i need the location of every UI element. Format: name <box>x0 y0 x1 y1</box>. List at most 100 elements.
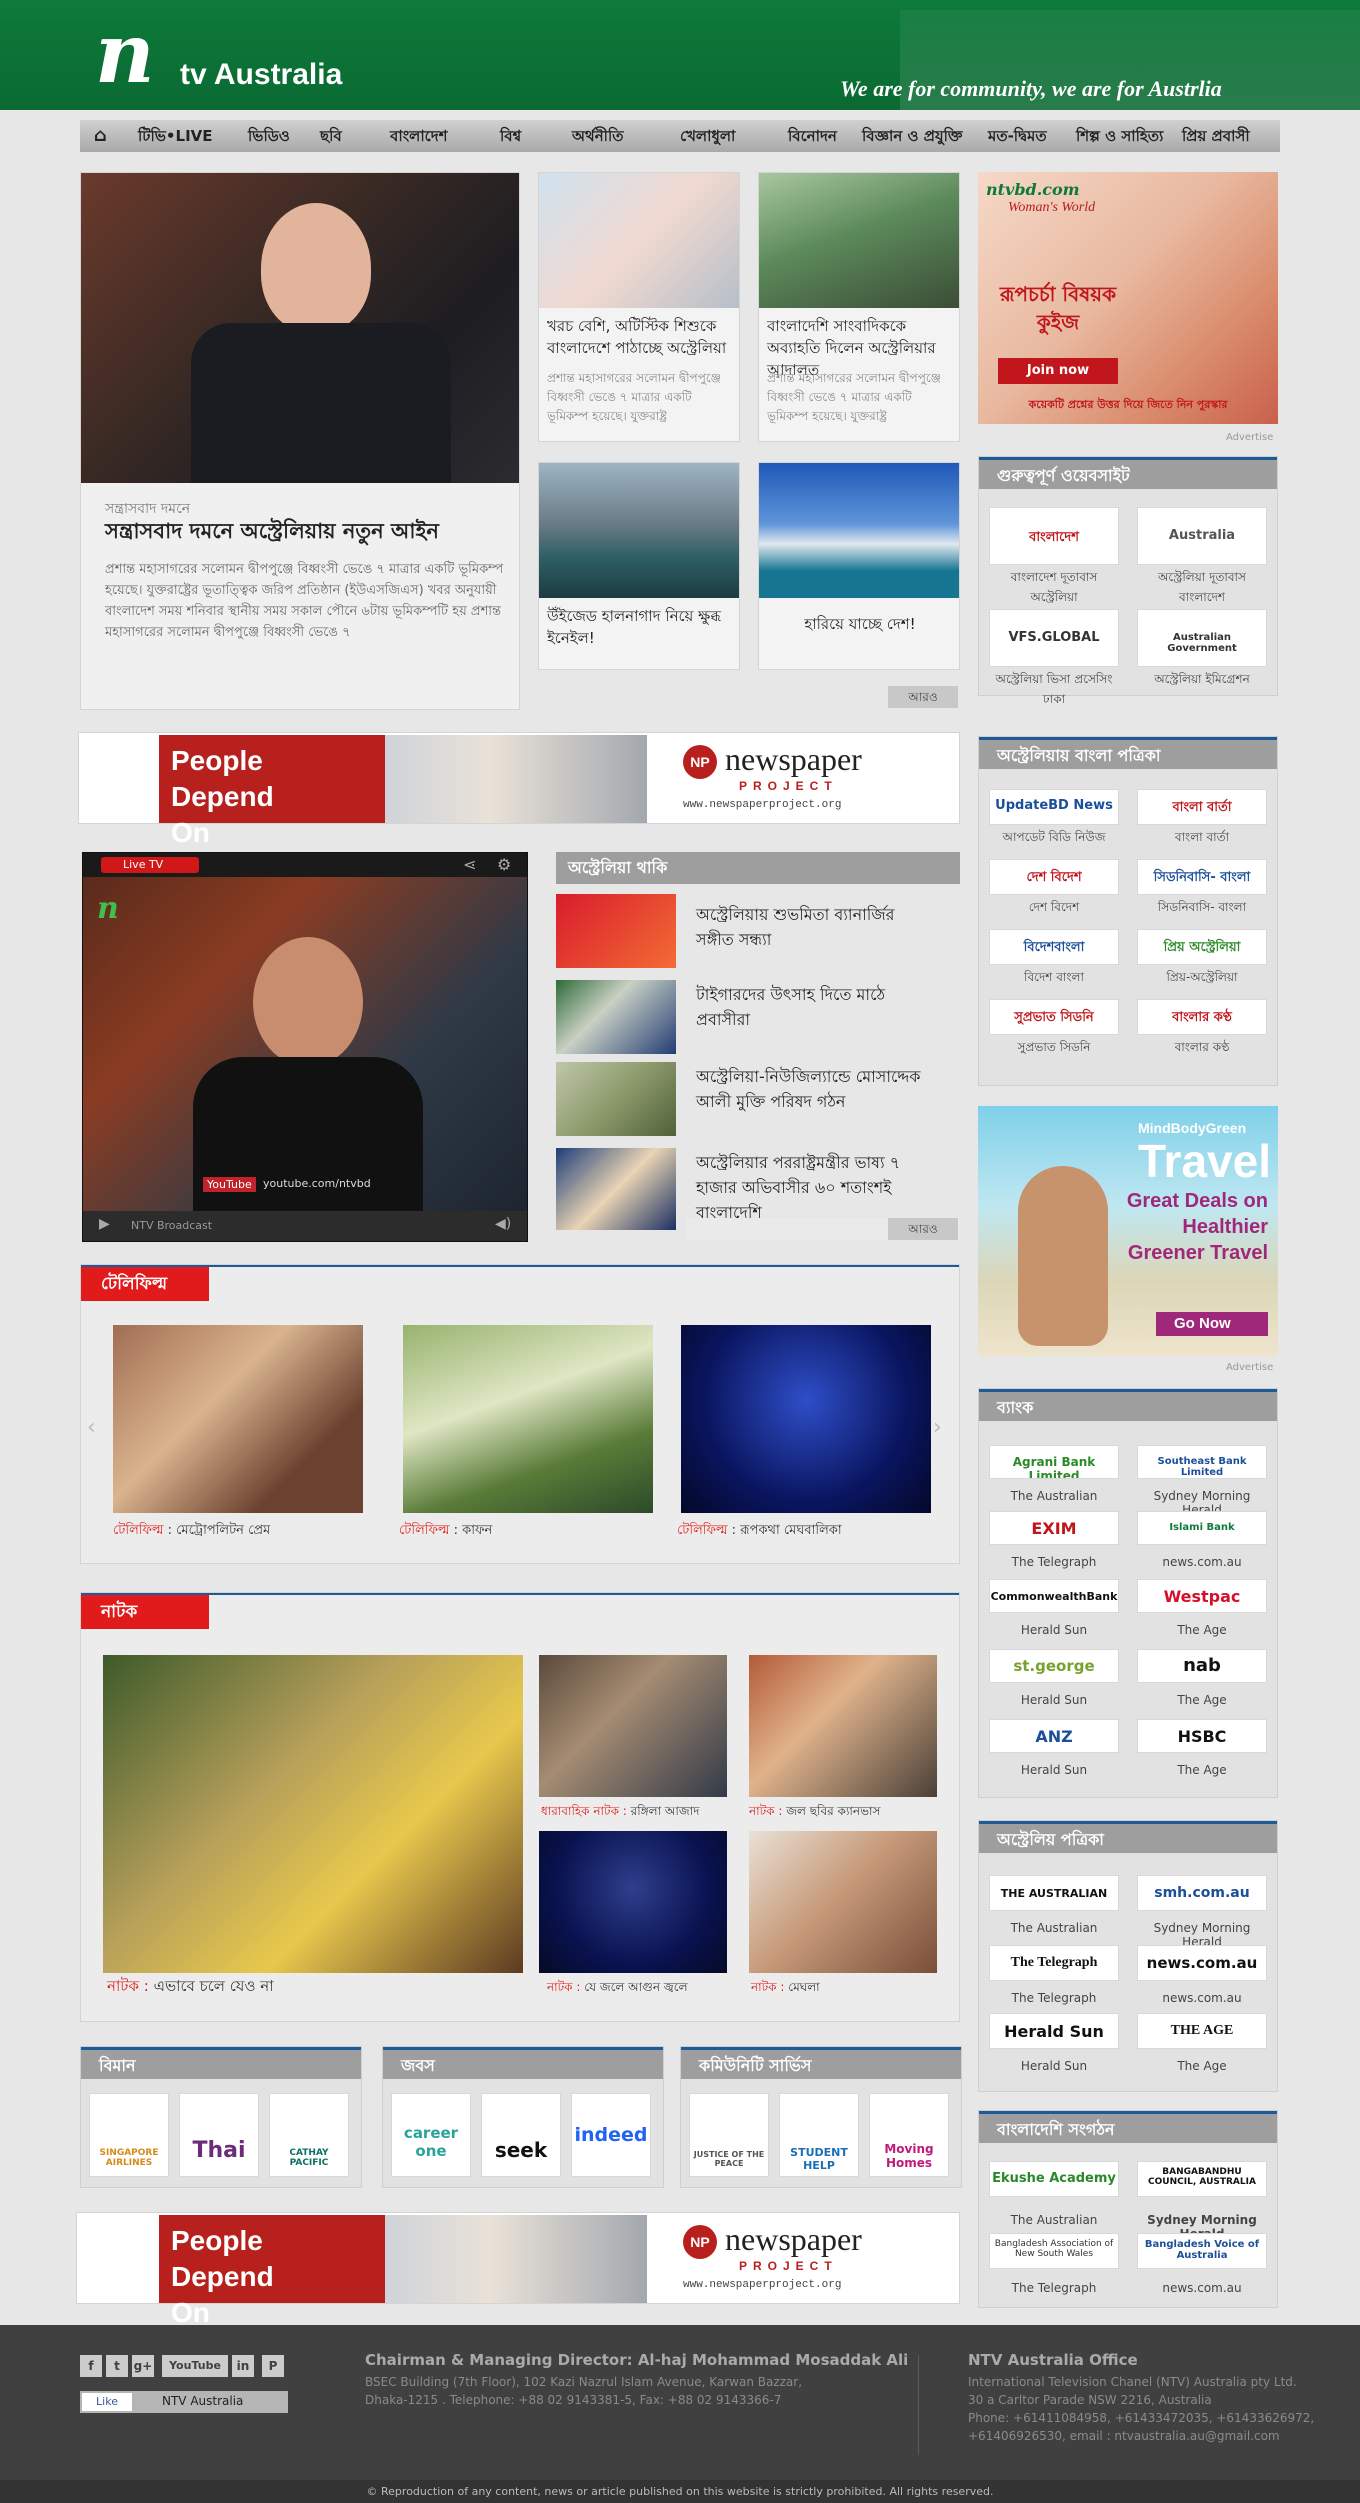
aus-item-title[interactable]: অস্ট্রেলিয়ায় শুভমিতা ব্যানার্জির সঙ্গী… <box>696 902 936 952</box>
more-button[interactable]: আরও <box>888 1218 958 1240</box>
commonwealth-bank-logo[interactable]: CommonwealthBank <box>989 1579 1119 1613</box>
bank-caption[interactable]: Herald Sun <box>989 1623 1119 1637</box>
paper-caption[interactable]: Herald Sun <box>989 2059 1119 2073</box>
aus-item-thumb[interactable] <box>556 1148 676 1230</box>
singapore-airlines-logo[interactable]: SINGAPORE AIRLINES <box>89 2093 169 2177</box>
hsbc-logo[interactable]: HSBC <box>1137 1719 1267 1753</box>
nav-item-science[interactable]: বিজ্ঞান ও প্রযুক্তি <box>862 120 962 152</box>
card-title[interactable]: হারিয়ে যাচ্ছে দেশ! <box>767 613 953 635</box>
southeast-bank-logo[interactable]: Southeast Bank Limited <box>1137 1445 1267 1479</box>
aus-item-thumb[interactable] <box>556 894 676 968</box>
natok-thumb[interactable] <box>749 1831 937 1973</box>
exim-logo[interactable]: EXIM <box>989 1511 1119 1545</box>
anz-logo[interactable]: ANZ <box>989 1719 1119 1753</box>
website-caption[interactable]: অস্ট্রেলিয়া ভিসা প্রসেসিং ঢাকা <box>989 671 1119 711</box>
seek-logo[interactable]: seek <box>481 2093 561 2177</box>
telefilm-caption[interactable]: টেলিফিল্ম : কাফন <box>399 1521 492 1542</box>
bank-caption[interactable]: The Age <box>1137 1623 1267 1637</box>
paper-caption[interactable]: আপডেট বিডি নিউজ <box>989 829 1119 849</box>
org-caption[interactable]: The Australian <box>989 2213 1119 2227</box>
paper-caption[interactable]: সিডনিবাসি- বাংলা <box>1137 899 1267 919</box>
paper-caption[interactable]: সুপ্রভাত সিডনি <box>989 1039 1119 1059</box>
the-australian-logo[interactable]: THE AUSTRALIAN <box>989 1875 1119 1911</box>
bd-embassy-logo[interactable]: বাংলাদেশ <box>989 507 1119 565</box>
agrani-bank-logo[interactable]: Agrani Bank Limited <box>989 1445 1119 1479</box>
card-photo[interactable] <box>759 463 959 598</box>
google-plus-icon[interactable]: g+ <box>132 2355 154 2377</box>
the-telegraph-logo[interactable]: The Telegraph <box>989 1945 1119 1981</box>
sydneybashi-logo[interactable]: সিডনিবাসি- বাংলা <box>1137 859 1267 895</box>
share-icon[interactable]: ⋖ <box>463 855 476 874</box>
lead-photo[interactable] <box>81 173 519 483</box>
aus-item-thumb[interactable] <box>556 1062 676 1136</box>
website-caption[interactable]: অস্ট্রেলিয়া দূতাবাস বাংলাদেশ <box>1137 569 1267 609</box>
travel-ad[interactable]: MindBodyGreen Travel Great Deals on Heal… <box>978 1106 1278 1356</box>
aus-item-title[interactable]: অস্ট্রেলিয়ার পররাষ্ট্রমন্ত্রীর ভাষ্য ৭ … <box>696 1150 936 1225</box>
more-button[interactable]: আরও <box>888 686 958 708</box>
bank-caption[interactable]: The Age <box>1137 1693 1267 1707</box>
vfs-global-logo[interactable]: VFS.GLOBAL <box>989 609 1119 667</box>
aus-item-thumb[interactable] <box>556 980 676 1054</box>
natok-caption[interactable]: নাটক : মেঘলা <box>751 1979 820 1999</box>
twitter-icon[interactable]: t <box>106 2355 128 2377</box>
play-icon[interactable]: ▶ <box>99 1216 110 1232</box>
site-logo[interactable]: n <box>95 13 155 95</box>
facebook-icon[interactable]: f <box>80 2355 102 2377</box>
bidesh-bangla-logo[interactable]: বিদেশবাংলা <box>989 929 1119 965</box>
news-com-au-logo[interactable]: news.com.au <box>1137 1945 1267 1981</box>
linkedin-icon[interactable]: in <box>232 2355 254 2377</box>
student-help-logo[interactable]: STUDENT HELP <box>779 2093 859 2177</box>
aus-item-title[interactable]: অস্ট্রেলিয়া-নিউজিল্যান্ডে মোসাদ্দেক আলী… <box>696 1064 936 1114</box>
paper-caption[interactable]: বাংলার কণ্ঠ <box>1137 1039 1267 1059</box>
lead-story[interactable]: সন্ত্রাসবাদ দমনে সন্ত্রাসবাদ দমনে অস্ট্র… <box>80 172 520 710</box>
bd-voice-logo[interactable]: Bangladesh Voice of Australia <box>1137 2233 1267 2269</box>
paper-caption[interactable]: প্রিয়-অস্ট্রেলিয়া <box>1137 969 1267 989</box>
site-logo-text[interactable]: tv Australia <box>180 58 342 92</box>
newspaper-banner[interactable]: People Depend On Newspapers. NP newspape… <box>76 2212 960 2364</box>
website-caption[interactable]: অস্ট্রেলিয়া ইমিগ্রেশন <box>1137 671 1267 691</box>
bangabandhu-council-logo[interactable]: BANGABANDHU COUNCIL, AUSTRALIA <box>1137 2161 1267 2197</box>
natok-lead-photo[interactable] <box>103 1655 523 1973</box>
bank-caption[interactable]: The Australian <box>989 1489 1119 1503</box>
bank-caption[interactable]: Herald Sun <box>989 1693 1119 1707</box>
telefilm-caption[interactable]: টেলিফিল্ম : রূপকথা মেঘবালিকা <box>677 1521 842 1542</box>
nav-item-economy[interactable]: অর্থনীতি <box>572 120 624 152</box>
natok-lead-caption[interactable]: নাটক : এভাবে চলে যেও না <box>107 1975 274 2000</box>
telefilm-thumb[interactable] <box>681 1325 931 1513</box>
like-button[interactable]: Like <box>82 2393 132 2411</box>
card-photo[interactable] <box>539 173 739 308</box>
nab-logo[interactable]: nab <box>1137 1649 1267 1683</box>
bank-caption[interactable]: The Age <box>1137 1763 1267 1777</box>
website-caption[interactable]: বাংলাদেশ দূতাবাস অস্ট্রেলিয়া <box>989 569 1119 609</box>
the-age-logo[interactable]: THE AGE <box>1137 2013 1267 2049</box>
card-title[interactable]: খরচ বেশি, অটিস্টিক শিশুকে বাংলাদেশে পাঠা… <box>547 315 733 359</box>
aus-item-title[interactable]: টাইগারদের উৎসাহ দিতে মাঠে প্রবাসীরা <box>696 982 936 1032</box>
nav-item-entertainment[interactable]: বিনোদন <box>788 120 837 152</box>
newspaper-banner[interactable]: People Depend On Newspapers. NP newspape… <box>78 732 960 884</box>
paper-caption[interactable]: The Australian <box>989 1921 1119 1935</box>
news-card[interactable]: হারিয়ে যাচ্ছে দেশ! <box>758 462 960 670</box>
natok-thumb[interactable] <box>539 1831 727 1973</box>
islami-bank-logo[interactable]: Islami Bank <box>1137 1511 1267 1545</box>
indeed-logo[interactable]: indeed <box>571 2093 651 2177</box>
ad-join-button[interactable]: Join now <box>998 358 1118 384</box>
bank-caption[interactable]: Herald Sun <box>989 1763 1119 1777</box>
news-card[interactable]: খরচ বেশি, অটিস্টিক শিশুকে বাংলাদেশে পাঠা… <box>538 172 740 442</box>
telefilm-thumb[interactable] <box>403 1325 653 1513</box>
natok-thumb[interactable] <box>749 1655 937 1797</box>
au-embassy-logo[interactable]: Australia <box>1137 507 1267 565</box>
bank-caption[interactable]: The Telegraph <box>989 1555 1119 1569</box>
lead-title[interactable]: সন্ত্রাসবাদ দমনে অস্ট্রেলিয়ায় নতুন আইন <box>105 515 505 550</box>
paper-caption[interactable]: বিদেশ বাংলা <box>989 969 1119 989</box>
nav-item-sports[interactable]: খেলাধুলা <box>680 120 735 152</box>
video-frame[interactable]: n YouTube youtube.com/ntvbd <box>83 877 527 1211</box>
au-gov-logo[interactable]: Australian Government <box>1137 609 1267 667</box>
cathay-pacific-logo[interactable]: CATHAY PACIFIC <box>269 2093 349 2177</box>
desh-bidesh-logo[interactable]: দেশ বিদেশ <box>989 859 1119 895</box>
pinterest-icon[interactable]: P <box>262 2355 284 2377</box>
paper-caption[interactable]: বাংলা বার্তা <box>1137 829 1267 849</box>
moving-homes-logo[interactable]: Moving Homes <box>869 2093 949 2177</box>
paper-caption[interactable]: দেশ বিদেশ <box>989 899 1119 919</box>
nav-item-world[interactable]: বিশ্ব <box>500 120 521 152</box>
nav-item-video[interactable]: ভিডিও <box>248 120 290 152</box>
